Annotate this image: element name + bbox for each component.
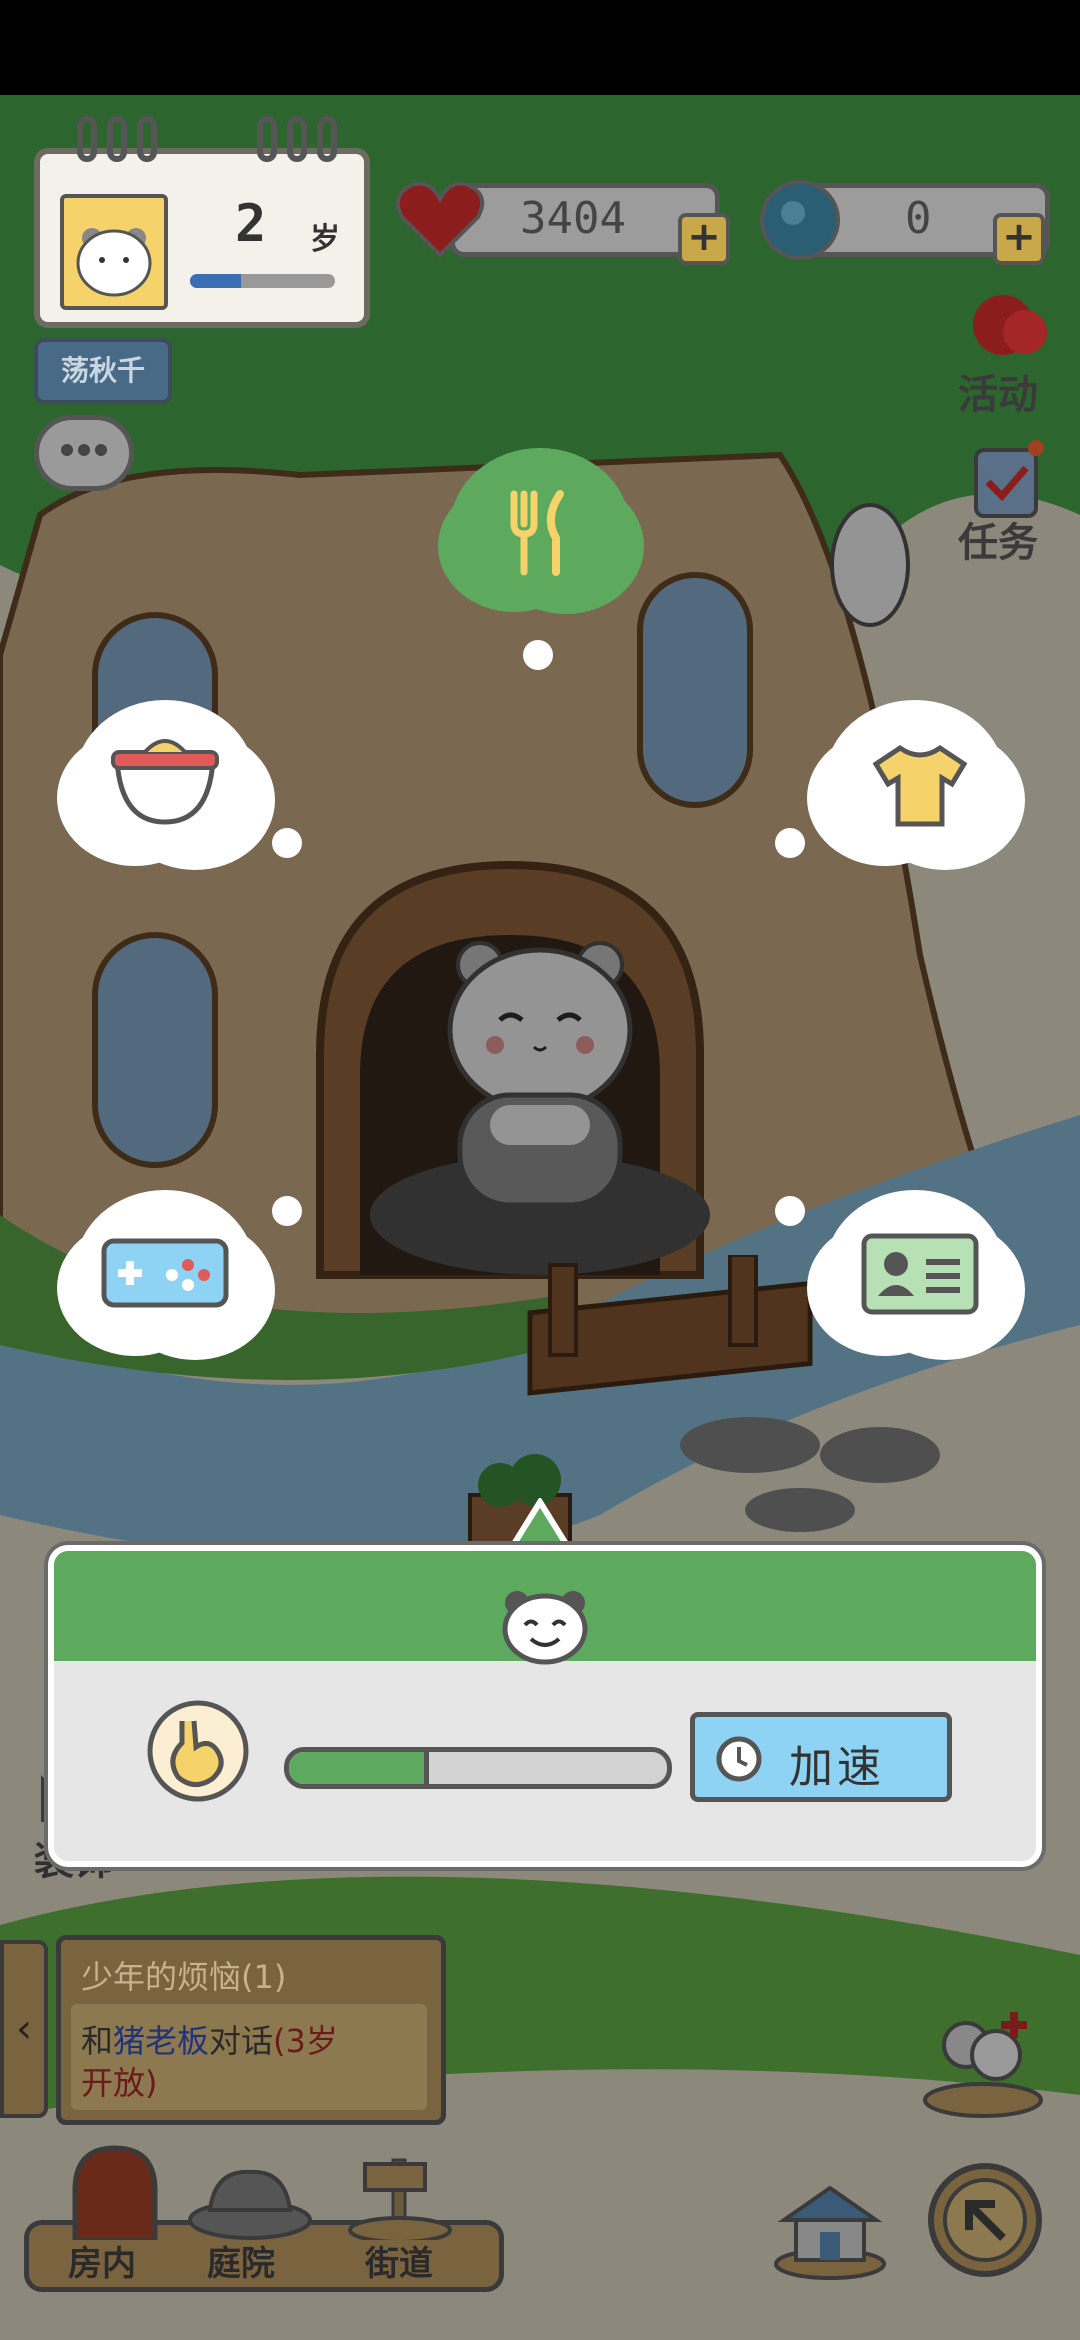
house-icon [774,2185,886,2280]
play-bubble[interactable] [75,1190,255,1350]
quest-text: 和 [81,2022,114,2060]
quest-title: 少年的烦恼(1) [81,1958,287,1996]
nav-room-label: 房内 [68,2244,136,2284]
quest-unlock-note: (3岁 [273,2022,338,2060]
feed-bubble[interactable] [450,448,630,608]
quest-prev-button[interactable]: ‹ [0,1940,48,2118]
avatar [60,194,168,310]
chat-button[interactable] [34,415,134,491]
nav-yard-label: 庭院 [207,2244,275,2284]
speedup-label: 加速 [789,1742,885,1793]
binder-rings [77,116,337,162]
hearts-value: 3404 [520,193,626,244]
fork-knife-icon [510,490,564,576]
panda-character[interactable] [430,925,650,1225]
gem-icon [760,180,840,260]
bubble-dot [272,1196,302,1226]
heart-icon [395,181,485,258]
balloon-icon [973,295,1047,355]
clock-icon [716,1736,762,1782]
nav-yard[interactable]: 庭院 [185,2150,315,2284]
id-card-icon [861,1233,979,1315]
exit-button[interactable] [925,2160,1045,2280]
tasks-button[interactable]: 任务 [958,440,1058,570]
tasks-label: 任务 [958,520,1038,566]
nav-street[interactable]: 街道 [335,2150,465,2284]
gems-value: 0 [905,193,932,244]
arrow-upleft-icon [928,2163,1042,2277]
bubble-dot [775,828,805,858]
quest-text: 对话 [209,2022,274,2060]
tree-stump-icon [188,2169,312,2240]
quest-unlock-note-2: 开放) [81,2064,158,2102]
nav-room[interactable]: 房内 [50,2140,180,2284]
gems-counter: 0 + [755,175,1055,265]
panda-friends-icon [923,2012,1043,2118]
profile-card[interactable]: 2 岁 [34,116,370,328]
hunger-progress-bar [284,1747,672,1789]
add-hearts-button[interactable]: + [678,213,730,265]
panda-avatar-icon [76,228,152,297]
nav-street-label: 街道 [365,2244,433,2284]
bubble-dot [523,640,553,670]
swing-button[interactable]: 荡秋千 [34,338,172,404]
activity-button[interactable]: 活动 [958,290,1058,420]
door-icon [72,2145,158,2240]
profile-card-bubble[interactable] [825,1190,1005,1350]
stomach-icon [147,1700,249,1802]
gamepad-icon [101,1238,229,1308]
signpost-icon [348,2158,452,2240]
dress-bubble[interactable] [825,700,1005,860]
quest-line-1: 和猪老板对话(3岁 [81,2016,338,2062]
quest-card[interactable]: 少年的烦恼(1) 和猪老板对话(3岁 开放) [56,1935,446,2125]
wooden-bridge [527,1255,813,1396]
bubble-dot [775,1196,805,1226]
food-bowl-icon [111,739,219,825]
speedup-button[interactable]: 加速 [690,1712,952,1802]
add-gems-button[interactable]: + [993,213,1045,265]
growth-progress-bar [190,274,335,288]
shirt-icon [872,744,968,827]
status-panel: 加速 [48,1545,1042,1867]
age-value: 2 [235,194,267,254]
wash-bubble[interactable] [75,700,255,860]
home-button[interactable] [770,2180,890,2280]
bubble-dot [272,828,302,858]
friends-button[interactable] [918,1990,1048,2120]
activity-label: 活动 [958,372,1038,418]
quest-npc-name: 猪老板 [113,2022,210,2060]
panda-happy-icon [502,1591,588,1665]
clipboard-icon [974,440,1044,518]
hearts-counter: 3404 + [390,175,730,265]
ellipsis-icon [61,444,107,456]
age-unit: 岁 [310,222,340,257]
